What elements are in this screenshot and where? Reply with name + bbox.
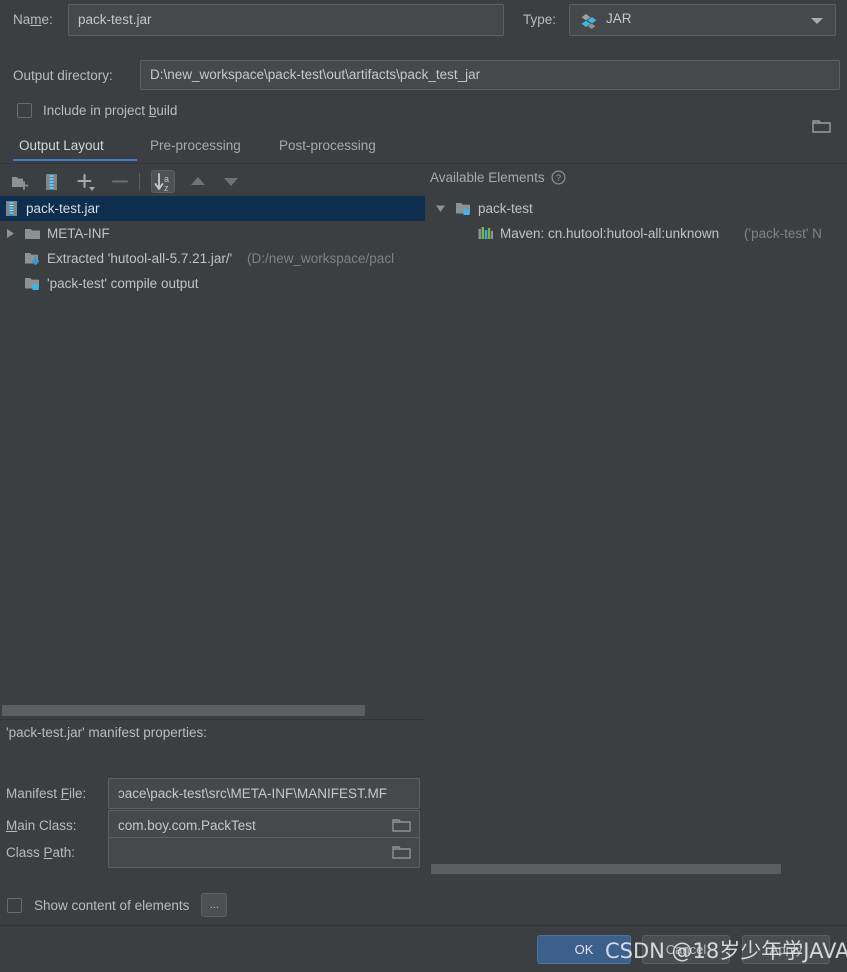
available-elements-tree[interactable]: pack-test Maven: cn.hutool:hutool-all:un…: [429, 196, 847, 860]
add-dropdown-icon[interactable]: [74, 170, 98, 193]
left-panel-horizontal-scrollbar[interactable]: [2, 705, 365, 716]
manifest-file-row: Manifest File: ɔace\pack-test\src\META-I…: [0, 778, 425, 810]
apply-button[interactable]: Apply: [742, 935, 830, 964]
tree-label: META-INF: [47, 226, 110, 241]
tab-output-layout[interactable]: Output Layout: [17, 133, 106, 161]
tree-label: pack-test: [478, 201, 533, 216]
tree-label: Extracted 'hutool-all-5.7.21.jar/': [47, 251, 233, 266]
class-path-row: Class Path:: [0, 837, 425, 869]
svg-text:z: z: [164, 183, 169, 193]
left-panel-divider: [0, 719, 425, 720]
show-content-of-elements-label: Show content of elements: [34, 897, 190, 913]
toolbar-separator: [139, 173, 140, 190]
manifest-file-label: Manifest File:: [6, 786, 87, 801]
output-layout-tree[interactable]: pack-test.jar META-INF Extracted 'hutool…: [0, 196, 425, 711]
chevron-down-icon[interactable]: [811, 18, 823, 24]
tab-bar: Output Layout Pre-processing Post-proces…: [0, 133, 847, 163]
folder-icon: [25, 229, 40, 239]
name-label: Name:: [13, 12, 53, 27]
manifest-file-input[interactable]: ɔace\pack-test\src\META-INF\MANIFEST.MF: [108, 778, 420, 809]
move-down-icon[interactable]: [219, 170, 243, 193]
include-in-project-build-label: Include in project build: [43, 103, 178, 118]
add-archive-icon[interactable]: [40, 170, 64, 193]
jar-diamond-icon: [581, 14, 597, 29]
panel-splitter[interactable]: [425, 196, 428, 711]
tree-row-meta-inf[interactable]: META-INF: [0, 221, 425, 246]
tree-row-pack-test-module[interactable]: pack-test: [429, 196, 847, 221]
show-content-of-elements-row[interactable]: Show content of elements ...: [7, 893, 228, 917]
tree-label: pack-test.jar: [26, 201, 100, 216]
output-layout-toolbar: a z: [0, 166, 425, 197]
type-label: Type:: [523, 12, 557, 27]
tree-row-pack-test-jar[interactable]: pack-test.jar: [0, 196, 425, 221]
move-up-icon[interactable]: [186, 170, 210, 193]
available-elements-label: Available Elements: [430, 170, 545, 185]
name-row: Name: pack-test.jar Type: JAR: [0, 0, 847, 42]
more-options-button[interactable]: ...: [201, 893, 228, 917]
tree-row-compile-output[interactable]: 'pack-test' compile output: [0, 271, 425, 296]
main-class-label: Main Class:: [6, 818, 77, 833]
tree-label: Maven: cn.hutool:hutool-all:unknown: [500, 226, 720, 241]
chevron-down-icon[interactable]: [435, 203, 446, 214]
type-value: JAR: [606, 11, 632, 26]
output-directory-label: Output directory:: [13, 68, 113, 83]
class-path-label: Class Path:: [6, 845, 76, 860]
module-output-icon: [25, 278, 39, 290]
output-directory-input[interactable]: D:\new_workspace\pack-test\out\artifacts…: [140, 60, 840, 90]
cancel-button[interactable]: Cancel: [642, 935, 730, 964]
chevron-right-icon[interactable]: [5, 228, 16, 239]
show-content-of-elements-checkbox[interactable]: [7, 897, 22, 913]
sort-alphabetically-icon[interactable]: a z: [151, 170, 175, 193]
type-combobox[interactable]: JAR: [569, 4, 836, 36]
tree-row-extracted-jar[interactable]: Extracted 'hutool-all-5.7.21.jar/' (D:/n…: [0, 246, 425, 271]
output-directory-row: Output directory: D:\new_workspace\pack-…: [0, 56, 847, 133]
extracted-jar-icon: [25, 253, 40, 265]
tab-active-indicator: [13, 159, 137, 161]
svg-text:?: ?: [556, 173, 561, 183]
ok-button[interactable]: OK: [537, 935, 631, 964]
module-folder-icon: [456, 203, 470, 215]
help-circle-icon[interactable]: ?: [551, 170, 566, 185]
include-in-project-build-checkbox[interactable]: [17, 103, 32, 118]
tab-post-processing[interactable]: Post-processing: [277, 133, 378, 161]
available-elements-header: Available Elements ?: [430, 170, 566, 185]
artifacts-dialog: Name: pack-test.jar Type: JAR Output dir…: [0, 0, 847, 972]
folder-icon[interactable]: [392, 818, 412, 834]
tree-row-maven-library[interactable]: Maven: cn.hutool:hutool-all:unknown ('pa…: [429, 221, 847, 246]
folder-icon[interactable]: [392, 845, 412, 861]
jar-archive-icon: [6, 201, 17, 216]
tree-label: 'pack-test' compile output: [47, 276, 199, 291]
include-in-project-build-row[interactable]: Include in project build: [17, 103, 177, 118]
class-path-input[interactable]: [108, 837, 420, 868]
add-directory-icon[interactable]: [8, 170, 32, 193]
name-input[interactable]: pack-test.jar: [68, 4, 504, 36]
tree-label-suffix: ('pack-test' N: [744, 226, 822, 241]
dialog-button-bar: OK Cancel Apply: [0, 926, 847, 972]
tab-bar-divider: [0, 163, 847, 164]
right-panel-horizontal-scrollbar[interactable]: [431, 864, 781, 874]
tab-pre-processing[interactable]: Pre-processing: [148, 133, 243, 161]
remove-icon[interactable]: [108, 170, 132, 193]
manifest-properties-title: 'pack-test.jar' manifest properties:: [6, 725, 207, 740]
tree-label-suffix: (D:/new_workspace/pacl: [247, 251, 395, 266]
maven-library-icon: [478, 227, 493, 239]
